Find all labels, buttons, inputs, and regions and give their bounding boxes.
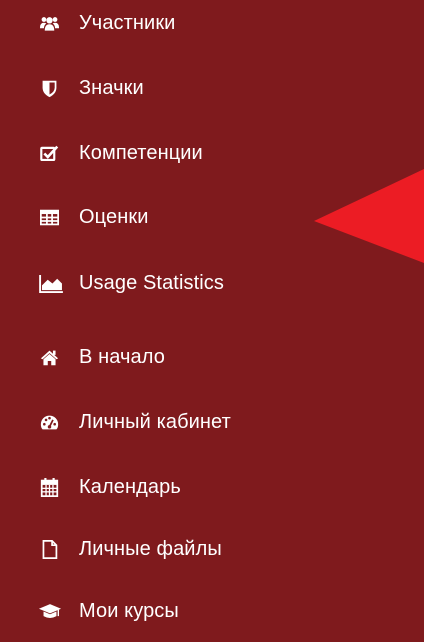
sidebar-item-my-courses[interactable]: Мои курсы	[38, 596, 179, 626]
sidebar-item-participants[interactable]: Участники	[38, 8, 175, 38]
sidebar-item-home[interactable]: В начало	[38, 342, 165, 372]
table-icon	[38, 206, 60, 228]
calendar-icon	[38, 476, 60, 498]
sidebar-item-private-files[interactable]: Личные файлы	[38, 534, 222, 564]
sidebar-item-label: В начало	[79, 345, 165, 368]
file-icon	[38, 538, 60, 560]
users-icon	[38, 12, 60, 34]
sidebar-item-label: Календарь	[79, 475, 181, 498]
sidebar-item-dashboard[interactable]: Личный кабинет	[38, 407, 231, 437]
sidebar-item-label: Участники	[79, 11, 176, 34]
sidebar-item-grades[interactable]: Оценки	[38, 202, 148, 232]
sidebar-item-label: Оценки	[79, 205, 149, 228]
sidebar-item-badges[interactable]: Значки	[38, 73, 144, 103]
home-icon	[38, 346, 60, 368]
sidebar-item-label: Личные файлы	[79, 537, 222, 560]
sidebar-item-competencies[interactable]: Компетенции	[38, 138, 203, 168]
graduation-cap-icon	[38, 600, 62, 622]
shield-icon	[38, 77, 60, 99]
sidebar-item-usage-statistics[interactable]: Usage Statistics	[38, 268, 224, 298]
checkbox-icon	[38, 142, 60, 164]
area-chart-icon	[38, 272, 64, 294]
sidebar-item-label: Мои курсы	[79, 599, 179, 622]
sidebar-item-label: Компетенции	[79, 141, 203, 164]
annotation-arrow-icon	[314, 169, 424, 263]
sidebar-item-label: Usage Statistics	[79, 271, 224, 294]
sidebar-nav: Участники Значки Компетенции Оценки Usag…	[0, 0, 424, 642]
sidebar-item-label: Значки	[79, 76, 144, 99]
sidebar-item-calendar[interactable]: Календарь	[38, 472, 181, 502]
dashboard-icon	[38, 411, 60, 433]
sidebar-item-label: Личный кабинет	[79, 410, 231, 433]
